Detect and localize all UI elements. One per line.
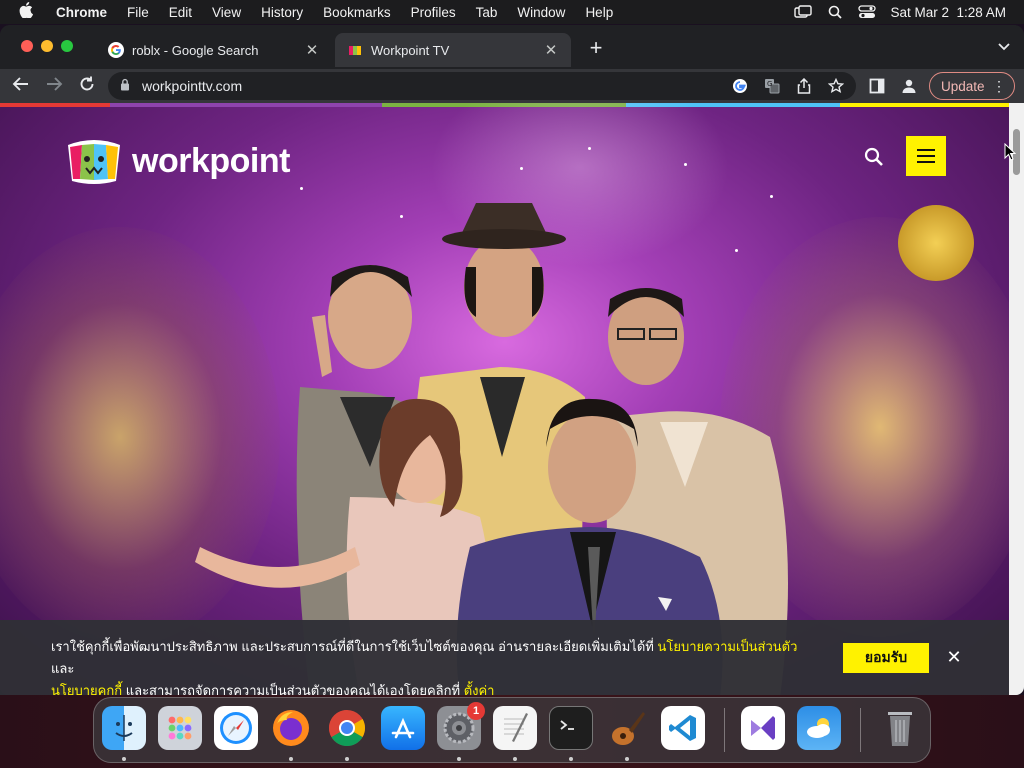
update-label: Update: [941, 78, 985, 94]
menu-tab[interactable]: Tab: [466, 5, 508, 20]
tab-workpoint-tv[interactable]: Workpoint TV ✕: [335, 33, 571, 67]
cookie-consent-banner: เราใช้คุกกี้เพื่อพัฒนาประสิทธิภาพ และประ…: [0, 620, 1009, 698]
running-indicator: [569, 757, 573, 761]
menu-app-name[interactable]: Chrome: [46, 5, 117, 20]
profile-avatar-icon[interactable]: [899, 76, 919, 96]
tab-search-chevron-icon[interactable]: [998, 39, 1010, 54]
workpoint-logo-mark: [64, 135, 124, 187]
firefox-icon[interactable]: [269, 706, 313, 750]
vscode-icon[interactable]: [661, 706, 705, 750]
url-text[interactable]: workpointtv.com: [142, 78, 728, 94]
visual-studio-icon[interactable]: [741, 706, 785, 750]
accept-cookies-button[interactable]: ยอมรับ: [843, 643, 929, 673]
workpoint-logo[interactable]: workpoint: [64, 135, 290, 187]
chrome-window: roblx - Google Search ✕ Workpoint TV ✕ +: [0, 25, 1024, 695]
share-icon[interactable]: [792, 76, 816, 96]
apple-menu-icon[interactable]: [6, 1, 46, 23]
running-indicator: [625, 757, 629, 761]
menu-window[interactable]: Window: [507, 5, 575, 20]
running-indicator: [513, 757, 517, 761]
menu-file[interactable]: File: [117, 5, 159, 20]
menu-history[interactable]: History: [251, 5, 313, 20]
macos-dock: 1: [93, 697, 931, 763]
bookmark-star-icon[interactable]: [824, 76, 848, 96]
menubar-clock[interactable]: Sat Mar 2 1:28 AM: [890, 5, 1006, 20]
cookie-text-part-1: เราใช้คุกกี้เพื่อพัฒนาประสิทธิภาพ และประ…: [51, 639, 654, 654]
gold-badge-graphic: [898, 205, 974, 281]
finder-icon[interactable]: [102, 706, 146, 750]
system-settings-icon[interactable]: 1: [437, 702, 485, 750]
new-tab-button[interactable]: +: [584, 37, 608, 59]
workpoint-logo-text: workpoint: [132, 141, 290, 180]
hamburger-menu-button[interactable]: [906, 136, 946, 176]
close-window-button[interactable]: [21, 40, 33, 52]
menu-help[interactable]: Help: [575, 5, 623, 20]
svg-text:G: G: [767, 80, 772, 88]
mouse-cursor-icon: [1004, 142, 1017, 161]
running-indicator: [457, 757, 461, 761]
site-search-icon[interactable]: [862, 145, 886, 169]
google-lens-icon[interactable]: [728, 76, 752, 96]
terminal-icon[interactable]: [549, 706, 593, 750]
back-button[interactable]: [10, 75, 32, 97]
page-scrollbar[interactable]: [1009, 103, 1024, 695]
hero-banner-image[interactable]: [0, 103, 1009, 695]
dock-separator: [860, 708, 861, 752]
close-cookie-banner-icon[interactable]: ✕: [944, 647, 964, 668]
chrome-icon[interactable]: [325, 706, 369, 750]
browser-toolbar: workpointtv.com G Update ⋮: [0, 69, 1024, 103]
app-store-icon[interactable]: [381, 706, 425, 750]
privacy-policy-link[interactable]: นโยบายความเป็นส่วนตัว: [657, 639, 797, 654]
more-menu-icon[interactable]: ⋮: [992, 78, 1006, 95]
cookie-text-and: และ: [51, 661, 75, 676]
update-chrome-button[interactable]: Update ⋮: [929, 72, 1015, 100]
lock-icon[interactable]: [120, 78, 134, 94]
sparkle: [684, 163, 687, 166]
minimize-window-button[interactable]: [41, 40, 53, 52]
translate-icon[interactable]: G: [760, 76, 784, 96]
menu-bookmarks[interactable]: Bookmarks: [313, 5, 401, 20]
tab-title: roblx - Google Search: [132, 42, 259, 58]
launchpad-icon[interactable]: [158, 706, 202, 750]
menu-profiles[interactable]: Profiles: [401, 5, 466, 20]
control-center-icon[interactable]: [858, 5, 877, 19]
running-indicator: [122, 757, 126, 761]
tab-google-search[interactable]: roblx - Google Search ✕: [96, 33, 332, 67]
close-tab-icon[interactable]: ✕: [304, 41, 320, 59]
sparkle: [588, 147, 591, 150]
safari-icon[interactable]: [214, 706, 258, 750]
reload-button[interactable]: [76, 75, 98, 97]
tab-strip: roblx - Google Search ✕ Workpoint TV ✕ +: [0, 25, 1024, 69]
running-indicator: [289, 757, 293, 761]
garageband-icon[interactable]: [605, 706, 649, 750]
dock-separator: [724, 708, 725, 752]
screen-mirroring-icon[interactable]: [794, 5, 813, 19]
spotlight-search-icon[interactable]: [826, 5, 844, 19]
maximize-window-button[interactable]: [61, 40, 73, 52]
textedit-icon[interactable]: [493, 706, 537, 750]
menu-view[interactable]: View: [202, 5, 251, 20]
menu-edit[interactable]: Edit: [159, 5, 202, 20]
cookie-message: เราใช้คุกกี้เพื่อพัฒนาประสิทธิภาพ และประ…: [51, 636, 811, 702]
trash-icon[interactable]: [878, 706, 922, 750]
hamburger-line: [917, 155, 935, 157]
workpoint-icon: [347, 42, 363, 58]
notification-badge: 1: [467, 702, 485, 720]
weather-icon[interactable]: [797, 706, 841, 750]
forward-button[interactable]: [43, 75, 65, 97]
side-panel-icon[interactable]: [867, 76, 887, 96]
hamburger-line: [917, 161, 935, 163]
running-indicator: [345, 757, 349, 761]
close-tab-icon[interactable]: ✕: [543, 41, 559, 59]
webpage-viewport: workpoint: [0, 103, 1009, 695]
google-icon: [108, 42, 124, 58]
hamburger-line: [917, 149, 935, 151]
hero-people-illustration: [195, 203, 788, 695]
tab-title: Workpoint TV: [371, 42, 450, 58]
address-bar[interactable]: workpointtv.com G: [108, 72, 856, 100]
macos-menu-bar: Chrome File Edit View History Bookmarks …: [0, 0, 1024, 24]
